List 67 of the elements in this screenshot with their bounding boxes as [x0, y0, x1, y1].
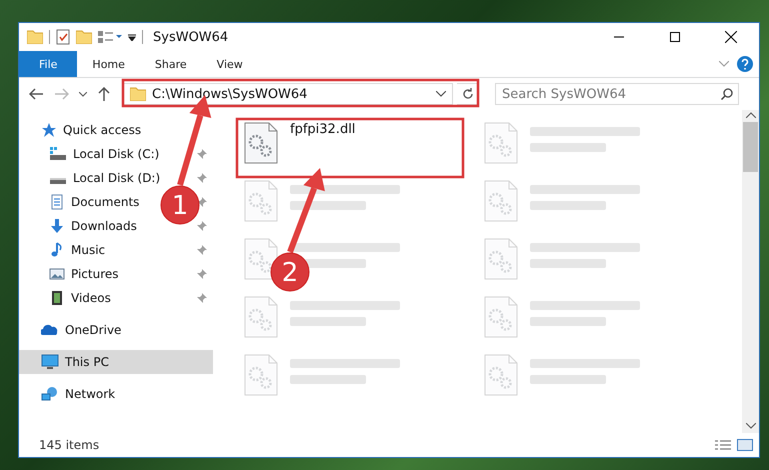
callout-badge — [270, 252, 310, 292]
sidebar-item[interactable]: Local Disk (C:) — [19, 142, 166, 166]
ribbon-tab[interactable]: View — [202, 51, 258, 77]
file-name[interactable]: fpfpi32.dll — [290, 122, 356, 137]
document-icon — [49, 194, 65, 210]
gear-file-icon — [484, 238, 518, 280]
chevron-up-icon[interactable] — [746, 112, 756, 118]
ribbon-tab[interactable]: File — [19, 51, 78, 77]
sidebar-item[interactable]: Pictures — [19, 262, 125, 286]
sidebar-item[interactable]: Downloads — [19, 214, 143, 238]
gear-file-icon — [244, 296, 278, 338]
film-icon — [49, 290, 65, 306]
folder-icon — [76, 30, 92, 44]
chevron-down-icon[interactable] — [436, 91, 446, 97]
cloud-icon — [41, 322, 59, 338]
callout-badge — [160, 186, 200, 224]
search-field[interactable]: Search SysWOW64 — [495, 83, 739, 105]
large-icons-view-icon[interactable] — [737, 439, 753, 451]
callout-number: 2 — [282, 258, 298, 288]
gear-file-icon — [484, 296, 518, 338]
refresh-button[interactable] — [457, 83, 479, 105]
ribbon-tab[interactable]: Home — [77, 51, 140, 77]
folder-icon — [27, 30, 43, 44]
checklist-icon — [56, 29, 70, 45]
ribbon-tab[interactable]: Share — [140, 51, 202, 77]
help-icon[interactable] — [737, 56, 753, 72]
scrollbar[interactable] — [742, 110, 759, 433]
down-arrow-icon — [49, 218, 65, 234]
sidebar-item[interactable]: Videos — [19, 286, 117, 310]
scroll-thumb[interactable] — [743, 122, 758, 172]
sidebar-item[interactable]: Documents — [19, 190, 146, 214]
sidebar-item[interactable]: This PC — [19, 350, 213, 374]
sidebar-item[interactable]: Local Disk (D:) — [19, 166, 166, 190]
network-icon — [41, 386, 59, 402]
window-title: SysWOW64 — [153, 30, 228, 44]
chevron-down-icon[interactable] — [746, 423, 756, 429]
left-arrow-icon — [29, 88, 43, 100]
gear-file-icon — [244, 238, 278, 280]
gear-file-icon — [484, 180, 518, 222]
details-view-icon[interactable] — [715, 439, 731, 451]
callout-number: 1 — [172, 191, 188, 221]
picture-icon — [49, 266, 65, 282]
properties-icon — [98, 30, 122, 44]
close-icon — [725, 31, 737, 43]
dropdown-icon — [128, 33, 136, 41]
search-icon — [721, 88, 733, 100]
gear-file-icon — [244, 354, 278, 396]
gear-file-icon — [484, 354, 518, 396]
sidebar-item[interactable]: Music — [19, 238, 112, 262]
up-arrow-icon — [98, 87, 110, 101]
monitor-icon — [41, 354, 59, 370]
sidebar-item[interactable]: Network — [19, 382, 213, 406]
address-bar[interactable]: C:\Windows\SysWOW64 — [123, 83, 453, 105]
sidebar-item[interactable]: OneDrive — [19, 318, 213, 342]
maximize-icon — [670, 32, 680, 42]
chevron-down-icon — [79, 92, 87, 96]
gear-file-icon — [244, 122, 278, 164]
drive-icon — [49, 146, 67, 162]
sidebar-item[interactable]: Quick access — [19, 118, 213, 142]
folder-icon — [130, 87, 146, 101]
right-arrow-icon — [55, 88, 69, 100]
drive-icon — [49, 178, 67, 184]
refresh-icon — [462, 88, 474, 100]
gear-file-icon — [244, 180, 278, 222]
star-icon — [41, 122, 57, 138]
item-count: 145 items — [39, 438, 100, 452]
gear-file-icon — [484, 122, 518, 164]
